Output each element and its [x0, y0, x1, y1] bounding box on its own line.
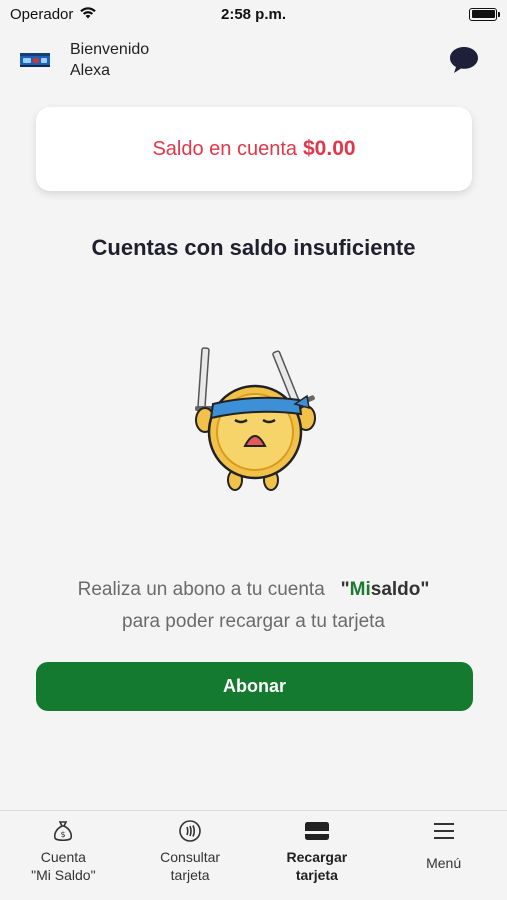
battery-icon	[469, 7, 500, 21]
carrier-name: Operador	[10, 5, 74, 23]
wifi-icon	[79, 6, 97, 23]
brand-open-quote: "	[340, 579, 350, 600]
nav-item-cuenta-mi-saldo[interactable]: $ Cuenta "Mi Saldo"	[0, 811, 127, 900]
nav-label-menu: Menú	[426, 855, 462, 871]
card-icon	[304, 817, 330, 845]
nav-item-menu[interactable]: Menú	[380, 811, 507, 900]
money-bag-icon: $	[51, 817, 75, 845]
balance-card: Saldo en cuenta $0.00	[36, 107, 472, 191]
greeting-line1: Bienvenido	[70, 41, 150, 58]
deposit-message-line1: Realiza un abono a tu cuenta "Misaldo"	[0, 574, 507, 606]
brand-saldo: saldo	[370, 579, 421, 600]
card-icon	[18, 43, 52, 77]
brand-close-quote: "	[420, 579, 430, 600]
nav-item-recargar-tarjeta[interactable]: Recargar tarjeta	[254, 811, 381, 900]
status-bar: Operador 2:58 p.m.	[0, 0, 507, 28]
nav-label-recargar: Recargar tarjeta	[286, 849, 348, 883]
status-left: Operador	[10, 6, 97, 23]
hamburger-menu-icon	[433, 817, 455, 845]
deposit-message-line2: para poder recargar a tu tarjeta	[122, 611, 385, 632]
bottom-nav: $ Cuenta "Mi Saldo" Consultar tarjeta Re…	[0, 810, 507, 900]
nav-label-consultar: Consultar tarjeta	[160, 849, 221, 883]
nav-label-cuenta: Cuenta "Mi Saldo"	[31, 849, 96, 883]
insufficient-balance-title: Cuentas con saldo insuficiente	[91, 235, 416, 260]
brand-mi: Mi	[349, 579, 371, 600]
deposit-message-part1: Realiza un abono a tu cuenta	[77, 579, 325, 600]
greeting: Bienvenido Alexa	[70, 39, 149, 81]
balance-amount: $0.00	[303, 137, 356, 160]
chat-button[interactable]	[447, 43, 481, 77]
header: Bienvenido Alexa	[18, 38, 481, 82]
deposit-message: Realiza un abono a tu cuenta "Misaldo" p…	[0, 574, 507, 638]
header-left: Bienvenido Alexa	[18, 39, 149, 81]
misaldo-brand: "Misaldo"	[330, 579, 430, 600]
nfc-card-icon	[178, 817, 202, 845]
nav-item-consultar-tarjeta[interactable]: Consultar tarjeta	[127, 811, 254, 900]
balance-label: Saldo en cuenta	[152, 137, 297, 160]
chat-bubble-icon	[450, 47, 478, 73]
coin-ninja-mascot	[183, 342, 323, 494]
svg-text:$: $	[61, 830, 66, 839]
user-name: Alexa	[70, 62, 111, 79]
abonar-button[interactable]: Abonar	[36, 662, 473, 711]
